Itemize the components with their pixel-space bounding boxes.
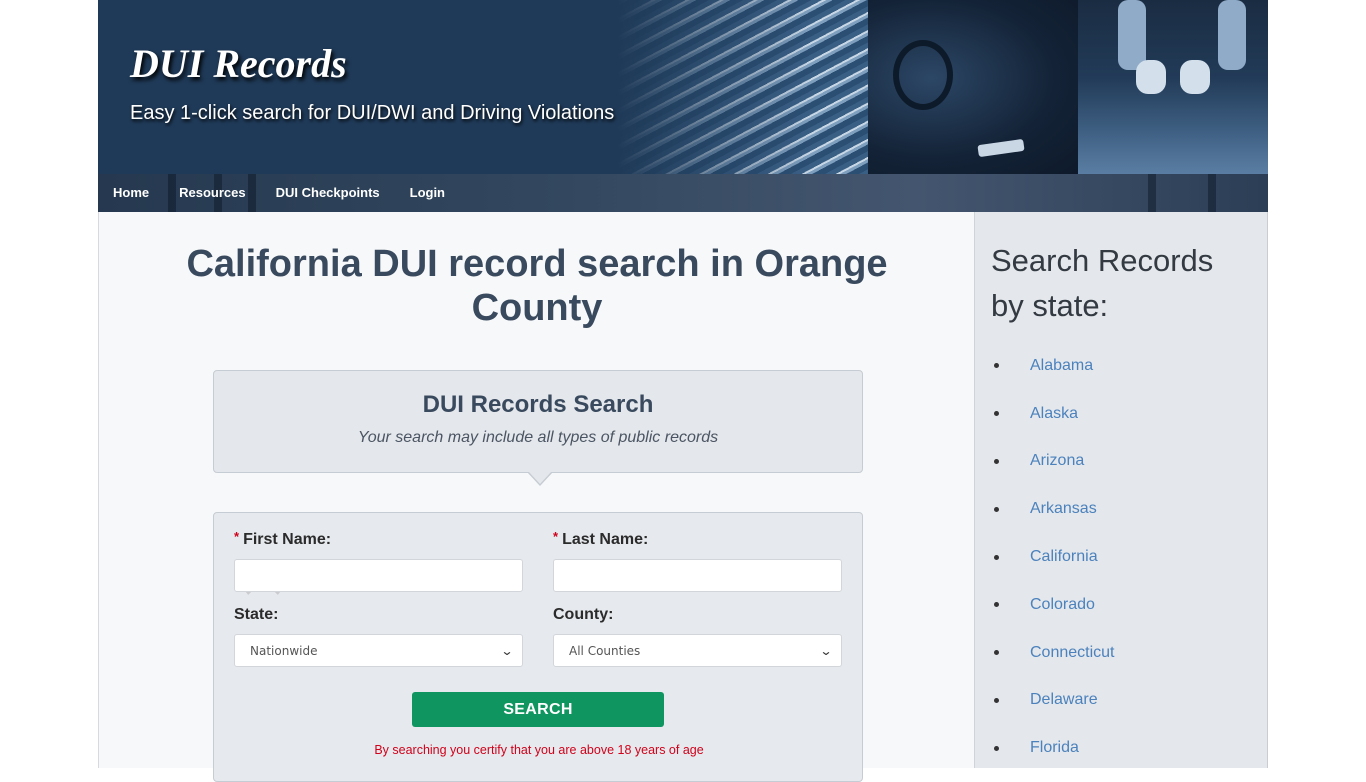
bullet-icon	[994, 458, 999, 464]
main-nav: Home Resources DUI Checkpoints Login	[98, 174, 1268, 212]
first-name-input[interactable]	[234, 559, 523, 592]
first-name-label-text: First Name:	[243, 531, 332, 548]
bullet-icon	[994, 745, 999, 751]
page-container: DUI Records Easy 1-click search for DUI/…	[98, 0, 1268, 782]
county-field: County: All Counties ⌄	[553, 606, 842, 667]
state-list-item: Alabama	[994, 342, 1115, 390]
state-link-california[interactable]: California	[1030, 548, 1098, 566]
bullet-icon	[994, 554, 999, 560]
state-list-item: Colorado	[994, 581, 1115, 629]
search-button[interactable]: SEARCH	[412, 692, 664, 727]
bullet-icon	[994, 650, 999, 656]
hand-graphic	[1180, 60, 1210, 94]
chevron-down-icon: ⌄	[819, 643, 833, 658]
sidebar: Search Records by state: Alabama Alaska …	[974, 212, 1268, 768]
state-list-item: Delaware	[994, 677, 1115, 725]
bullet-icon	[994, 506, 999, 512]
state-label: State:	[234, 606, 279, 623]
search-box-header: DUI Records Search Your search may inclu…	[213, 370, 863, 473]
last-name-input[interactable]	[553, 559, 842, 592]
required-marker: *	[234, 529, 240, 544]
county-selected-value: All Counties	[569, 643, 641, 658]
state-link-arizona[interactable]: Arizona	[1030, 452, 1084, 470]
hand-graphic	[1136, 60, 1166, 94]
state-link-connecticut[interactable]: Connecticut	[1030, 644, 1115, 662]
arm-graphic	[1218, 0, 1246, 70]
state-link-florida[interactable]: Florida	[1030, 739, 1079, 757]
state-select[interactable]: Nationwide ⌄	[234, 634, 523, 667]
callout-pointer-fill	[528, 471, 552, 484]
state-selected-value: Nationwide	[250, 643, 318, 658]
arm-graphic	[1118, 0, 1146, 70]
state-link-arkansas[interactable]: Arkansas	[1030, 500, 1097, 518]
sidebar-title: Search Records by state:	[991, 243, 1214, 323]
site-header: DUI Records Easy 1-click search for DUI/…	[98, 0, 1268, 174]
state-list-item: Alaska	[994, 390, 1115, 438]
state-list-item: Arizona	[994, 438, 1115, 486]
header-banner-image	[618, 0, 1268, 174]
main-content: California DUI record search in Orange C…	[98, 212, 974, 782]
county-label: County:	[553, 606, 614, 623]
state-list-item: Connecticut	[994, 629, 1115, 677]
state-list-item: Arkansas	[994, 485, 1115, 533]
site-logo-title[interactable]: DUI Records	[130, 40, 347, 87]
bullet-icon	[994, 602, 999, 608]
handcuffed-person-graphic	[1078, 0, 1268, 174]
nav-dui-checkpoints[interactable]: DUI Checkpoints	[261, 174, 395, 212]
state-list-item: Florida	[994, 724, 1115, 772]
state-list-item: California	[994, 533, 1115, 581]
required-marker: *	[553, 529, 559, 544]
bullet-icon	[994, 697, 999, 703]
site-tagline: Easy 1-click search for DUI/DWI and Driv…	[130, 102, 615, 124]
county-select[interactable]: All Counties ⌄	[553, 634, 842, 667]
first-name-label: * First Name:	[234, 529, 523, 549]
state-link-delaware[interactable]: Delaware	[1030, 691, 1098, 709]
steering-wheel-graphic	[893, 40, 953, 110]
bullet-icon	[994, 363, 999, 369]
state-field: State: Nationwide ⌄	[234, 606, 523, 667]
nav-resources[interactable]: Resources	[164, 174, 260, 212]
nav-decoration	[1148, 174, 1156, 212]
nav-decoration	[1208, 174, 1216, 212]
last-name-label-text: Last Name:	[562, 531, 649, 548]
search-box-subtitle: Your search may include all types of pub…	[357, 429, 719, 446]
nav-home[interactable]: Home	[98, 174, 164, 212]
state-link-alabama[interactable]: Alabama	[1030, 357, 1093, 375]
search-box-title: DUI Records Search	[422, 391, 654, 418]
last-name-field: * Last Name:	[553, 529, 842, 592]
search-form: * First Name: * Last Name: State: Nationwi…	[213, 512, 863, 782]
state-link-alaska[interactable]: Alaska	[1030, 405, 1078, 423]
state-link-colorado[interactable]: Colorado	[1030, 596, 1095, 614]
page-title: California DUI record search in Orange C…	[186, 243, 888, 329]
age-disclaimer: By searching you certify that you are ab…	[374, 743, 704, 757]
last-name-label: * Last Name:	[553, 529, 842, 549]
first-name-field: * First Name:	[234, 529, 523, 601]
nav-login[interactable]: Login	[395, 174, 460, 212]
state-list: Alabama Alaska Arizona Arkansas Californ…	[994, 342, 1115, 772]
bullet-icon	[994, 411, 999, 417]
chevron-down-icon: ⌄	[500, 643, 514, 658]
